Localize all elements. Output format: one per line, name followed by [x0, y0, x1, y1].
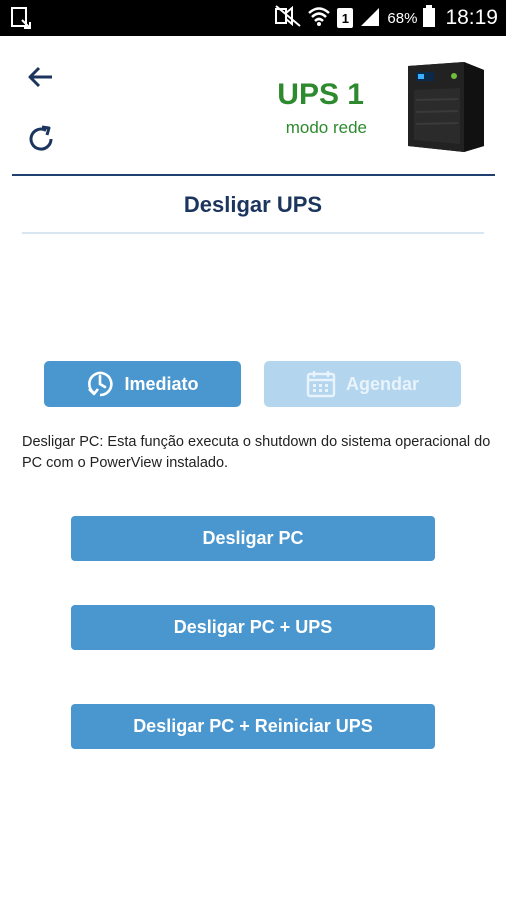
header-divider: [12, 174, 495, 176]
download-notification-icon: [10, 6, 32, 35]
sim-badge: 1: [341, 10, 350, 26]
mute-icon: [275, 4, 302, 32]
status-clock: 18:19: [445, 6, 498, 29]
battery-percentage: 68%: [387, 9, 418, 27]
arrow-left-icon: [28, 66, 52, 88]
shutdown-pc-ups-button[interactable]: Desligar PC + UPS: [71, 605, 435, 650]
immediate-mode-label: Imediato: [124, 373, 199, 394]
wifi-icon: [307, 5, 331, 32]
immediate-mode-button[interactable]: Imediato: [44, 361, 241, 407]
back-button[interactable]: [24, 60, 58, 94]
status-bar: 1 68% 18:19: [0, 0, 506, 36]
schedule-mode-button[interactable]: Agendar: [264, 361, 461, 407]
schedule-mode-label: Agendar: [345, 373, 419, 394]
header: UPS 1 modo rede: [0, 36, 506, 176]
section-divider: [22, 232, 484, 234]
shutdown-pc-restart-ups-button[interactable]: Desligar PC + Reiniciar UPS: [71, 704, 435, 749]
ups-device-image: [402, 60, 486, 152]
refresh-icon: [29, 125, 53, 151]
function-description: Desligar PC: Esta função executa o shutd…: [22, 434, 491, 471]
sim-icon: 1: [337, 8, 354, 28]
ups-name: UPS 1: [277, 78, 364, 111]
calendar-icon: [306, 371, 336, 398]
ups-mode-status: modo rede: [285, 118, 367, 137]
shutdown-pc-button[interactable]: Desligar PC: [71, 516, 435, 561]
clock-icon: [88, 371, 114, 397]
battery-icon: [423, 4, 436, 32]
refresh-button[interactable]: [24, 122, 58, 156]
signal-icon: [359, 6, 381, 31]
page-title: Desligar UPS: [183, 192, 323, 217]
